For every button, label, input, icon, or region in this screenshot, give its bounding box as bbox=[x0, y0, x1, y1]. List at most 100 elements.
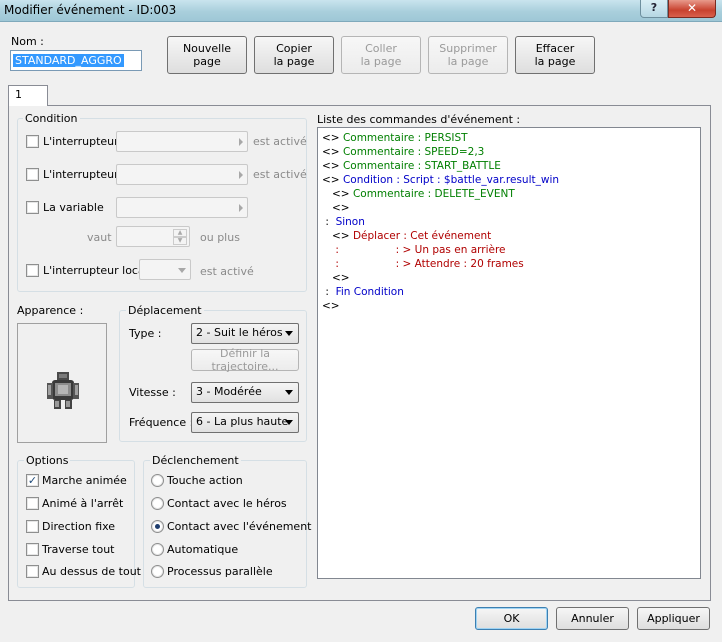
command-line[interactable]: <> bbox=[322, 201, 350, 215]
command-line[interactable]: : Sinon bbox=[322, 215, 365, 229]
variable-value-label: vaut bbox=[87, 231, 112, 244]
name-field[interactable]: STANDARD_AGGRO bbox=[10, 50, 142, 71]
command-prefix: : bbox=[322, 286, 336, 298]
variable-checkbox[interactable] bbox=[26, 201, 39, 214]
command-line[interactable]: <> Commentaire : DELETE_EVENT bbox=[322, 187, 515, 201]
trigger-event-touch-radio[interactable] bbox=[151, 520, 164, 533]
chevron-down-icon bbox=[285, 420, 293, 425]
movement-title: Déplacement bbox=[126, 304, 204, 317]
command-line[interactable]: <> Condition : Script : $battle_var.resu… bbox=[322, 173, 559, 187]
trigger-event-touch-label: Contact avec l'événement bbox=[167, 520, 312, 533]
paste-page-button[interactable]: Coller la page bbox=[341, 36, 421, 74]
direction-fix-checkbox[interactable] bbox=[26, 520, 39, 533]
command-line[interactable]: <> Commentaire : SPEED=2,3 bbox=[322, 145, 484, 159]
apply-button[interactable]: Appliquer bbox=[637, 607, 710, 630]
spin-up-icon[interactable]: ▲ bbox=[173, 229, 187, 237]
switch2-checkbox[interactable] bbox=[26, 168, 39, 181]
condition-title: Condition bbox=[23, 112, 80, 125]
command-line[interactable]: <> Commentaire : PERSIST bbox=[322, 131, 468, 145]
movement-freq-select[interactable]: 6 - La plus haute bbox=[191, 412, 299, 433]
self-switch-label: L'interrupteur local bbox=[43, 264, 148, 277]
options-title: Options bbox=[24, 454, 71, 467]
command-line[interactable]: : : > Un pas en arrière bbox=[322, 243, 506, 257]
appearance-title: Apparence : bbox=[17, 304, 84, 317]
through-label: Traverse tout bbox=[42, 543, 115, 556]
command-text: Commentaire : START_BATTLE bbox=[342, 160, 501, 172]
command-text: Commentaire : DELETE_EVENT bbox=[352, 188, 515, 200]
trigger-action-label: Touche action bbox=[167, 474, 243, 487]
movement-speed-select[interactable]: 3 - Modérée bbox=[191, 382, 299, 403]
command-line[interactable]: <> bbox=[322, 299, 340, 313]
copy-page-line2: la page bbox=[273, 55, 315, 68]
command-text: Déplacer : Cet événement bbox=[352, 230, 492, 242]
variable-select[interactable] bbox=[116, 197, 248, 218]
trigger-parallel-radio[interactable] bbox=[151, 565, 164, 578]
chevron-down-icon bbox=[178, 268, 186, 273]
switch1-active-label: est activé bbox=[253, 135, 307, 148]
self-switch-select[interactable] bbox=[139, 259, 191, 280]
define-route-button[interactable]: Définir la trajectoire... bbox=[191, 347, 299, 373]
movement-freq-value: 6 - La plus haute bbox=[196, 415, 289, 428]
cancel-button[interactable]: Annuler bbox=[556, 607, 629, 630]
command-prefix: <> bbox=[322, 300, 340, 312]
command-text: : > Un pas en arrière bbox=[395, 244, 506, 256]
movement-freq-label: Fréquence : bbox=[129, 416, 194, 429]
close-button[interactable]: ✕ bbox=[668, 0, 716, 18]
command-text: Fin Condition bbox=[335, 286, 404, 298]
movement-type-value: 2 - Suit le héros bbox=[196, 326, 283, 339]
new-page-button[interactable]: Nouvelle page bbox=[167, 36, 247, 74]
self-switch-checkbox[interactable] bbox=[26, 264, 39, 277]
trigger-action-radio[interactable] bbox=[151, 474, 164, 487]
appearance-sprite-box[interactable] bbox=[17, 323, 107, 443]
command-text: Commentaire : PERSIST bbox=[342, 132, 468, 144]
tab-page-1[interactable]: 1 bbox=[8, 85, 48, 106]
command-prefix: : bbox=[322, 244, 396, 256]
or-more-label: ou plus bbox=[200, 231, 240, 244]
movement-speed-label: Vitesse : bbox=[129, 386, 176, 399]
spin-down-icon[interactable]: ▼ bbox=[173, 237, 187, 245]
command-line[interactable]: <> Commentaire : START_BATTLE bbox=[322, 159, 501, 173]
switch1-checkbox[interactable] bbox=[26, 135, 39, 148]
paste-page-line1: Coller bbox=[365, 42, 397, 55]
command-line[interactable]: : : > Attendre : 20 frames bbox=[322, 257, 524, 271]
always-on-top-checkbox[interactable] bbox=[26, 565, 39, 578]
name-value: STANDARD_AGGRO bbox=[13, 54, 124, 67]
always-on-top-label: Au dessus de tout bbox=[42, 565, 141, 578]
command-prefix: <> bbox=[322, 174, 343, 186]
movement-speed-value: 3 - Modérée bbox=[196, 385, 262, 398]
movement-type-select[interactable]: 2 - Suit le héros bbox=[191, 323, 299, 344]
ok-button[interactable]: OK bbox=[475, 607, 548, 630]
copy-page-button[interactable]: Copier la page bbox=[254, 36, 334, 74]
trigger-autorun-radio[interactable] bbox=[151, 543, 164, 556]
trigger-player-touch-label: Contact avec le héros bbox=[167, 497, 287, 510]
switch2-label: L'interrupteur bbox=[43, 168, 119, 181]
command-text: Sinon bbox=[335, 216, 365, 228]
switch1-select[interactable] bbox=[116, 131, 248, 152]
switch2-select[interactable] bbox=[116, 164, 248, 185]
command-line[interactable]: <> bbox=[322, 271, 350, 285]
character-sprite bbox=[47, 372, 79, 409]
delete-page-button[interactable]: Supprimer la page bbox=[428, 36, 508, 74]
chevron-down-icon bbox=[285, 390, 293, 395]
command-prefix: <> bbox=[322, 146, 343, 158]
help-button[interactable]: ? bbox=[640, 0, 668, 18]
new-page-line1: Nouvelle bbox=[182, 42, 232, 55]
self-switch-active-label: est activé bbox=[200, 265, 254, 278]
command-prefix: <> bbox=[322, 230, 353, 242]
variable-value-spinner[interactable]: ▲ ▼ bbox=[116, 226, 190, 247]
command-line[interactable]: <> Déplacer : Cet événement bbox=[322, 229, 491, 243]
command-text: : > Attendre : 20 frames bbox=[395, 258, 524, 270]
walk-anim-checkbox[interactable]: ✓ bbox=[26, 474, 39, 487]
clear-page-button[interactable]: Effacer la page bbox=[515, 36, 595, 74]
stop-anim-checkbox[interactable] bbox=[26, 497, 39, 510]
through-checkbox[interactable] bbox=[26, 543, 39, 556]
trigger-player-touch-radio[interactable] bbox=[151, 497, 164, 510]
command-text: Condition : Script : $battle_var.result_… bbox=[342, 174, 560, 186]
switch1-label: L'interrupteur bbox=[43, 135, 119, 148]
new-page-line2: page bbox=[193, 55, 221, 68]
trigger-parallel-label: Processus parallèle bbox=[167, 565, 273, 578]
command-line[interactable]: : Fin Condition bbox=[322, 285, 404, 299]
command-list[interactable]: <> Commentaire : PERSIST <> Commentaire … bbox=[317, 127, 701, 579]
clear-page-line2: la page bbox=[534, 55, 576, 68]
trigger-autorun-label: Automatique bbox=[167, 543, 239, 556]
